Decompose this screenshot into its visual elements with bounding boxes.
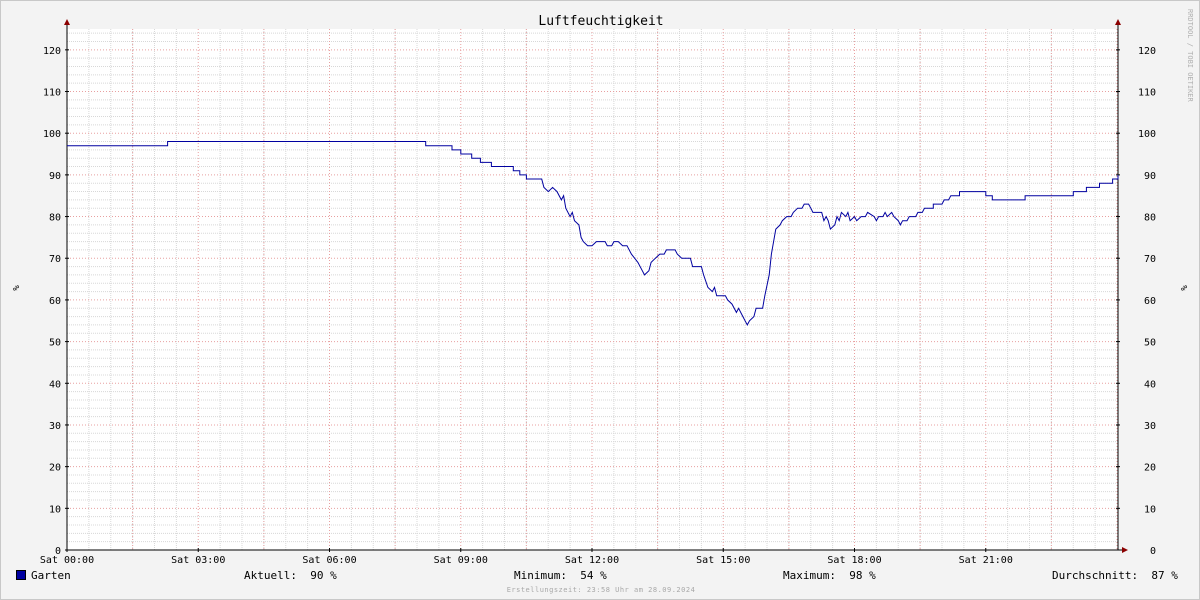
legend-minimum: Minimum: 54 % bbox=[514, 569, 607, 582]
y-tick-label: 50 bbox=[49, 338, 61, 349]
y-tick-label: 120 bbox=[43, 46, 61, 57]
rrdtool-watermark: RRDTOOL / TOBI OETIKER bbox=[1186, 9, 1194, 103]
footer-timestamp: Erstellungszeit: 23:58 Uhr am 28.09.2024 bbox=[506, 586, 696, 594]
y-tick-label: 90 bbox=[1144, 171, 1156, 182]
y-axis-label-right: % bbox=[1178, 285, 1188, 291]
y-tick-label: 70 bbox=[49, 254, 61, 265]
watermark-text: RRDTOOL / TOBI OETIKER bbox=[1186, 9, 1194, 103]
y-tick-label: 0 bbox=[1150, 546, 1156, 557]
y-tick-labels-right: 0 10 20 30 40 50 60 70 80 90 100 110 120 bbox=[1138, 46, 1156, 557]
legend: Garten Aktuell: 90 % Minimum: 54 % Maxim… bbox=[1, 567, 1200, 585]
x-tick-label: Sat 18:00 bbox=[827, 555, 881, 566]
x-tick-label: Sat 15:00 bbox=[696, 555, 750, 566]
y-axis-label-left: % bbox=[10, 285, 20, 291]
y-tick-label: 40 bbox=[49, 379, 61, 390]
y-tick-label: 10 bbox=[1144, 504, 1156, 515]
y-tick-label: 100 bbox=[1138, 129, 1156, 140]
legend-durchschnitt: Durchschnitt: 87 % bbox=[1052, 569, 1178, 582]
x-tick-label: Sat 00:00 bbox=[40, 555, 94, 566]
x-tick-label: Sat 03:00 bbox=[171, 555, 225, 566]
y-tick-label: 80 bbox=[1144, 213, 1156, 224]
x-tick-label: Sat 06:00 bbox=[302, 555, 356, 566]
legend-aktuell: Aktuell: 90 % bbox=[244, 569, 337, 582]
y-tick-label: 60 bbox=[49, 296, 61, 307]
y-tick-label: 20 bbox=[49, 463, 61, 474]
x-tick-labels: Sat 00:00 Sat 03:00 Sat 06:00 Sat 09:00 Sat … bbox=[40, 555, 1013, 566]
chart-title: Luftfeuchtigkeit bbox=[538, 14, 663, 29]
y-tick-label: 70 bbox=[1144, 254, 1156, 265]
y-tick-labels-left: 0102030405060708090100110120 bbox=[43, 46, 61, 557]
y-tick-label: 80 bbox=[49, 213, 61, 224]
legend-series-name: Garten bbox=[31, 569, 71, 582]
legend-swatch-garten bbox=[16, 570, 26, 580]
y-tick-label: 30 bbox=[49, 421, 61, 432]
x-tick-label: Sat 09:00 bbox=[434, 555, 488, 566]
x-axis-arrow bbox=[1122, 547, 1128, 553]
y-tick-label: 110 bbox=[1138, 88, 1156, 99]
y-tick-label: 60 bbox=[1144, 296, 1156, 307]
y-tick-label: 20 bbox=[1144, 463, 1156, 474]
y-tick-label: 120 bbox=[1138, 46, 1156, 57]
y-axis-right-arrow bbox=[1115, 19, 1121, 25]
humidity-chart: 0 10 20 30 40 50 60 70 80 90 100 110 120 0 10 20 30 40 50… bbox=[10, 14, 1188, 566]
y-tick-label: 110 bbox=[43, 88, 61, 99]
y-tick-label: 50 bbox=[1144, 338, 1156, 349]
x-tick-label: Sat 12:00 bbox=[565, 555, 619, 566]
y-tick-label: 40 bbox=[1144, 379, 1156, 390]
legend-maximum: Maximum: 98 % bbox=[783, 569, 876, 582]
y-tick-label: 30 bbox=[1144, 421, 1156, 432]
y-tick-label: 90 bbox=[49, 171, 61, 182]
y-tick-label: 100 bbox=[43, 129, 61, 140]
x-tick-label: Sat 21:00 bbox=[959, 555, 1013, 566]
y-tick-label: 10 bbox=[49, 504, 61, 515]
chart-frame: 0 10 20 30 40 50 60 70 80 90 100 110 120 0 10 20 30 40 50… bbox=[0, 0, 1200, 600]
y-axis-left-arrow bbox=[64, 19, 70, 25]
